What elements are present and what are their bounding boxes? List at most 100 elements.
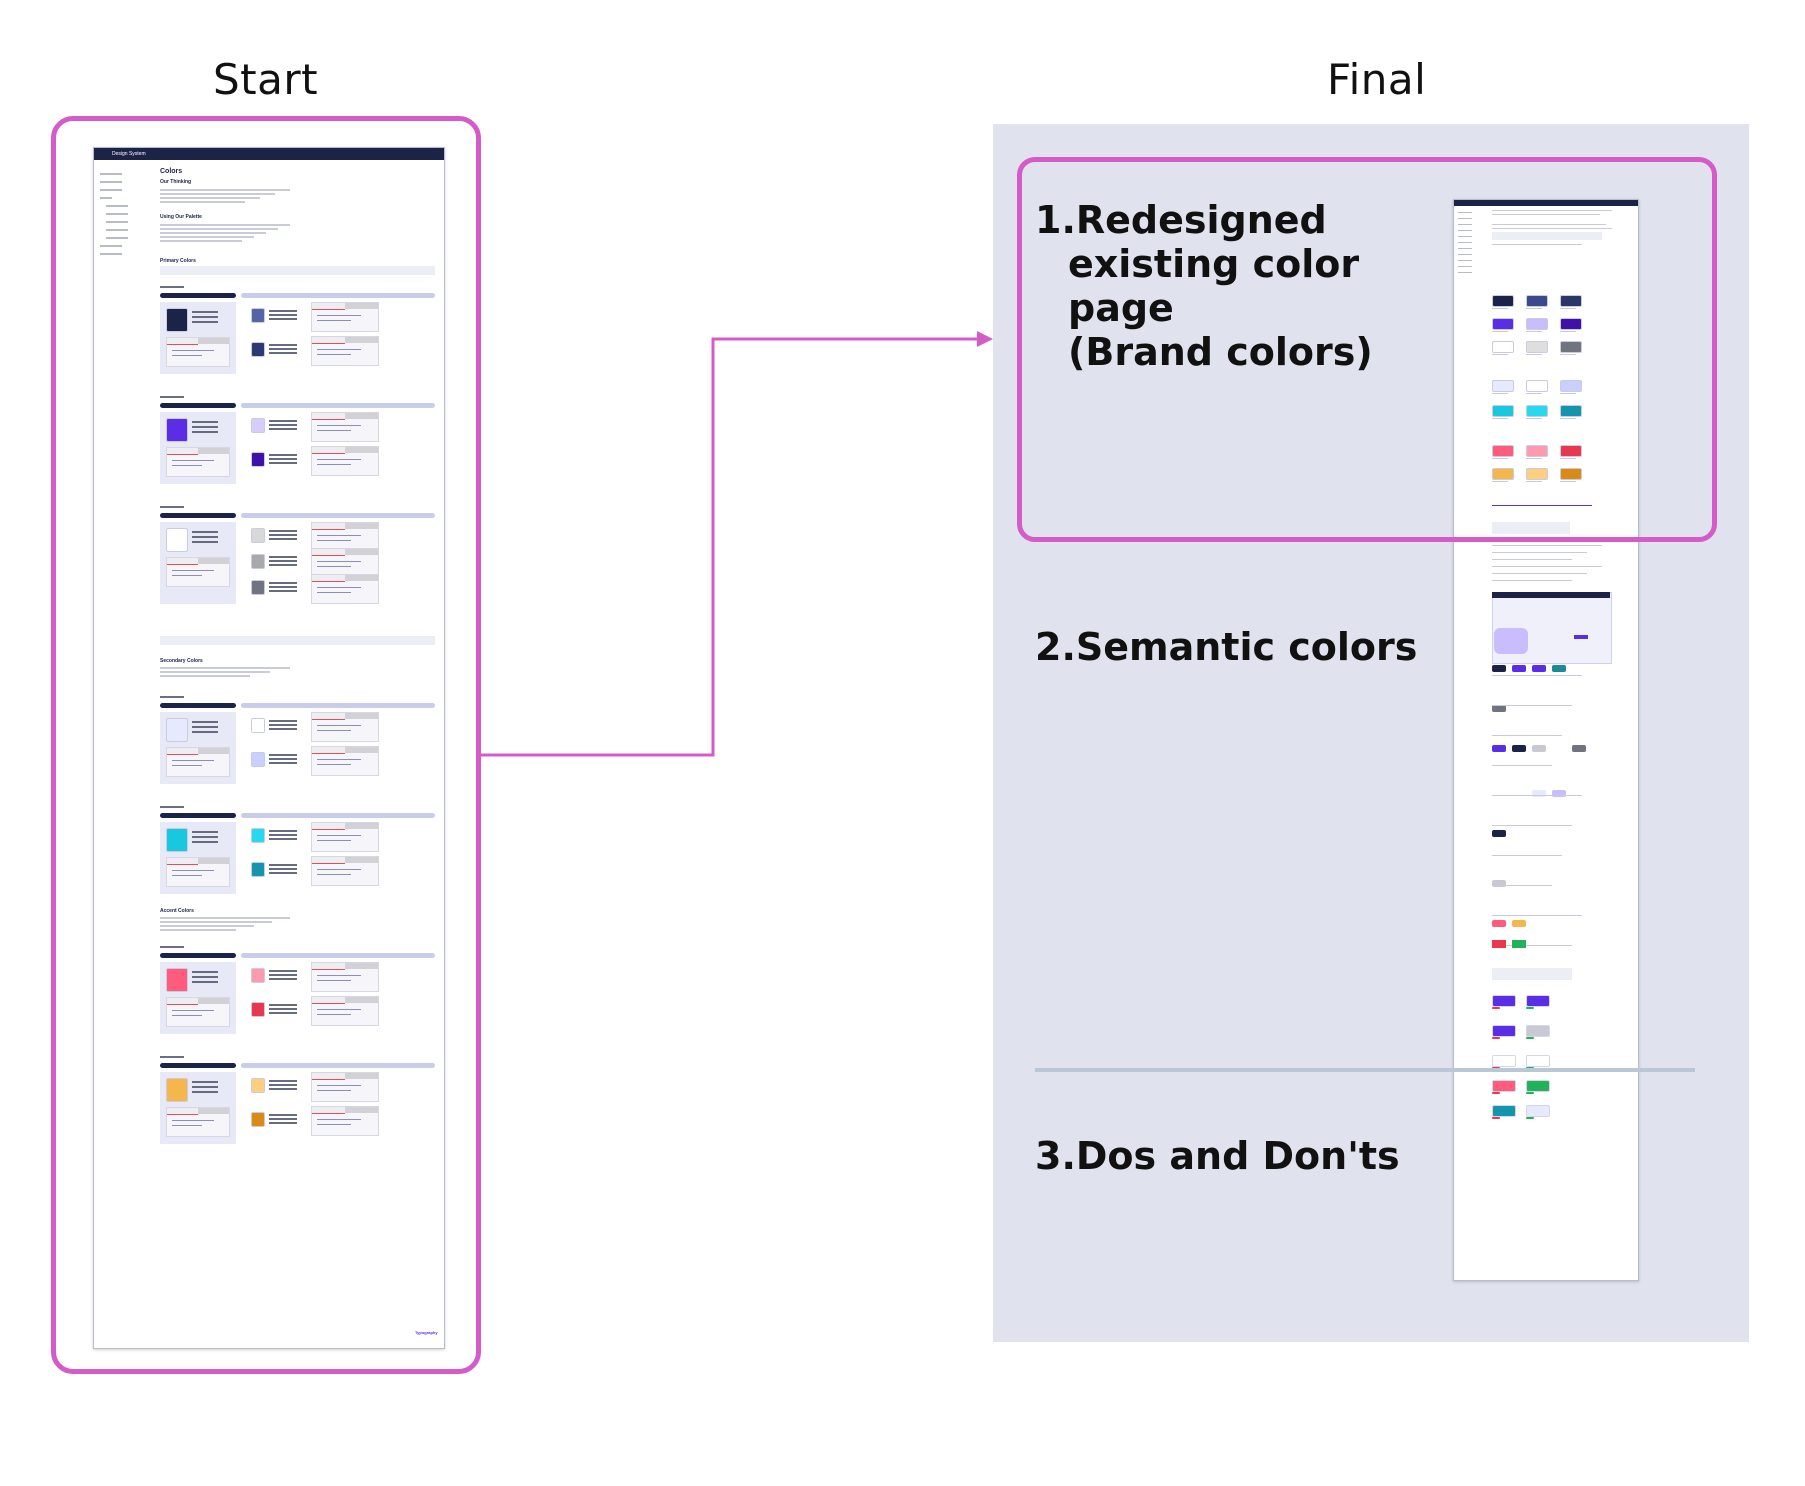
preview-button <box>1574 635 1588 639</box>
alternate-swatch <box>251 828 265 843</box>
hex-line <box>192 311 218 313</box>
hex-line <box>269 428 297 430</box>
text-line <box>1492 545 1602 546</box>
hex-line <box>269 352 297 354</box>
base-color-band <box>160 953 236 958</box>
alternate-shades-band <box>241 1063 435 1068</box>
nav-item <box>100 197 112 199</box>
code-line <box>172 355 202 356</box>
base-color-band <box>160 403 236 408</box>
text-line <box>1492 705 1572 706</box>
dont-tag <box>1492 1037 1500 1039</box>
preview-header <box>1492 592 1610 598</box>
text-line <box>160 667 290 669</box>
text-line <box>160 201 245 203</box>
group-label <box>160 946 184 948</box>
hex-line <box>192 421 218 423</box>
hex-line <box>269 424 297 426</box>
semantic-swatch <box>1492 745 1506 752</box>
final-heading: Final <box>1327 55 1427 104</box>
alternate-swatch <box>251 862 265 877</box>
hex-line <box>269 1114 297 1116</box>
alternate-shades-band <box>241 293 435 298</box>
semantic-swatch <box>1532 745 1546 752</box>
section-label-brand-colors: 1.Redesigned existing color page (Brand … <box>1035 198 1415 374</box>
hex-line <box>269 314 297 316</box>
code-tab-underline <box>167 1114 198 1115</box>
code-line <box>172 1010 214 1011</box>
code-tab-underline <box>312 969 345 970</box>
hex-line <box>269 590 297 592</box>
code-tab-underline <box>312 1113 345 1114</box>
hex-line <box>269 318 297 320</box>
code-line <box>317 1009 361 1010</box>
code-line <box>317 980 351 981</box>
code-snippet <box>311 336 379 366</box>
alternate-swatch <box>251 554 265 569</box>
info-banner <box>160 636 435 645</box>
semantic-swatch <box>1512 665 1526 672</box>
text-line <box>160 240 242 242</box>
alternate-shades-band <box>241 403 435 408</box>
donts-example <box>1526 1105 1550 1117</box>
alternate-swatch <box>251 342 265 357</box>
hex-line <box>192 541 218 543</box>
hex-line <box>192 531 218 533</box>
section-heading: Primary Colors <box>160 258 196 264</box>
hex-line <box>269 868 297 870</box>
hex-line <box>192 316 218 318</box>
semantic-swatch <box>1512 920 1526 927</box>
dos-example <box>1492 1080 1516 1092</box>
code-tab-underline <box>312 419 345 420</box>
text-line <box>1492 765 1552 766</box>
do-tag <box>1526 1117 1534 1119</box>
hex-line <box>269 462 297 464</box>
footer-link: Typography <box>415 1330 438 1335</box>
code-line <box>317 1124 351 1125</box>
donts-example <box>1526 1080 1550 1092</box>
hex-line <box>192 426 218 428</box>
hex-line <box>269 970 297 972</box>
nav-item <box>106 213 128 215</box>
code-tab-underline <box>312 529 345 530</box>
section-heading: Using Our Palette <box>160 214 202 220</box>
nav-item <box>100 173 122 175</box>
hex-line <box>269 762 297 764</box>
nav-item <box>106 229 128 231</box>
text-line <box>1492 825 1572 826</box>
code-line <box>317 1085 361 1086</box>
hex-line <box>269 834 297 836</box>
dont-tag <box>1492 1092 1500 1094</box>
base-swatch <box>166 718 188 742</box>
code-snippet <box>166 1107 230 1137</box>
code-line <box>317 1119 361 1120</box>
hex-line <box>269 1012 297 1014</box>
hex-line <box>269 530 297 532</box>
hex-line <box>269 538 297 540</box>
semantic-swatch <box>1512 745 1526 752</box>
hex-line <box>192 726 218 728</box>
alternate-swatch <box>251 968 265 983</box>
text-line <box>1492 552 1587 553</box>
base-color-band <box>160 293 236 298</box>
base-swatch <box>166 968 188 992</box>
base-swatch <box>166 418 188 442</box>
text-line <box>160 197 260 199</box>
code-snippet <box>311 962 379 992</box>
text-line <box>1492 915 1582 916</box>
section-heading: Our Thinking <box>160 179 192 185</box>
page-title: Colors <box>160 168 183 175</box>
code-line <box>317 349 361 350</box>
hex-line <box>192 981 218 983</box>
code-snippet <box>311 712 379 742</box>
code-line <box>317 730 351 731</box>
hex-line <box>269 586 297 588</box>
base-color-band <box>160 513 236 518</box>
hex-line <box>269 1008 297 1010</box>
code-line <box>172 570 214 571</box>
code-tab-underline <box>167 564 198 565</box>
hex-line <box>192 976 218 978</box>
code-tab-underline <box>312 829 345 830</box>
section-label-dos-and-donts: 3.Dos and Don'ts <box>1035 1134 1400 1178</box>
code-snippet <box>311 412 379 442</box>
